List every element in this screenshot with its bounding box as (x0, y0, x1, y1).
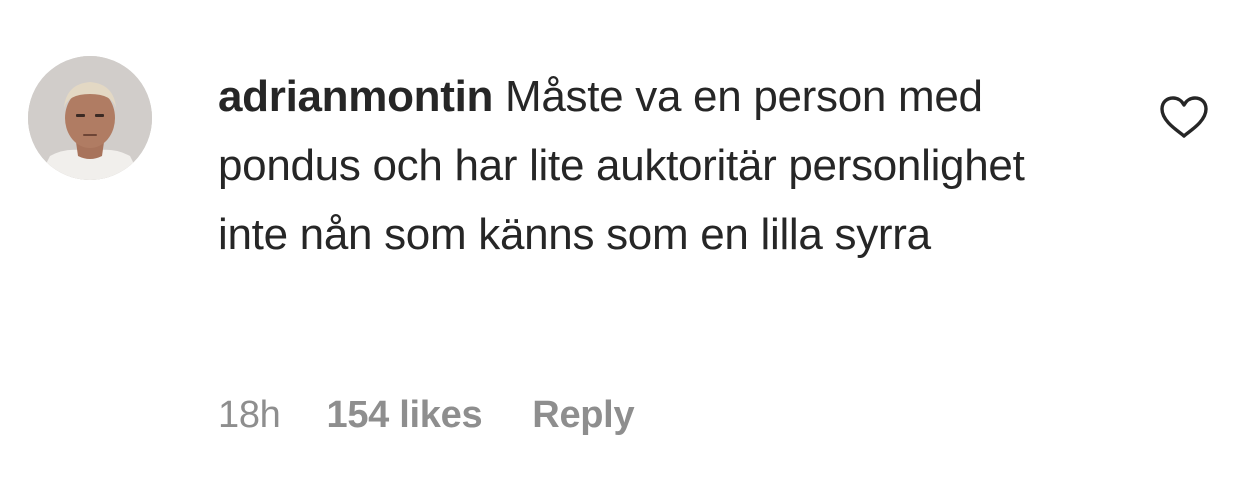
profile-photo (28, 56, 152, 180)
comment-time[interactable]: 18h (218, 394, 281, 437)
comment-item: adrianmontin Måste va en person med pond… (0, 0, 1236, 497)
reply-button[interactable]: Reply (532, 394, 634, 437)
heart-outline-icon (1160, 96, 1208, 138)
comment-meta: 18h 154 likes Reply (218, 390, 635, 440)
comment-likes[interactable]: 154 likes (327, 394, 483, 437)
like-button[interactable] (1158, 94, 1210, 140)
comment-username[interactable]: adrianmontin (218, 72, 493, 121)
avatar[interactable] (28, 56, 152, 180)
comment-body: adrianmontin Måste va en person med pond… (218, 62, 1098, 269)
